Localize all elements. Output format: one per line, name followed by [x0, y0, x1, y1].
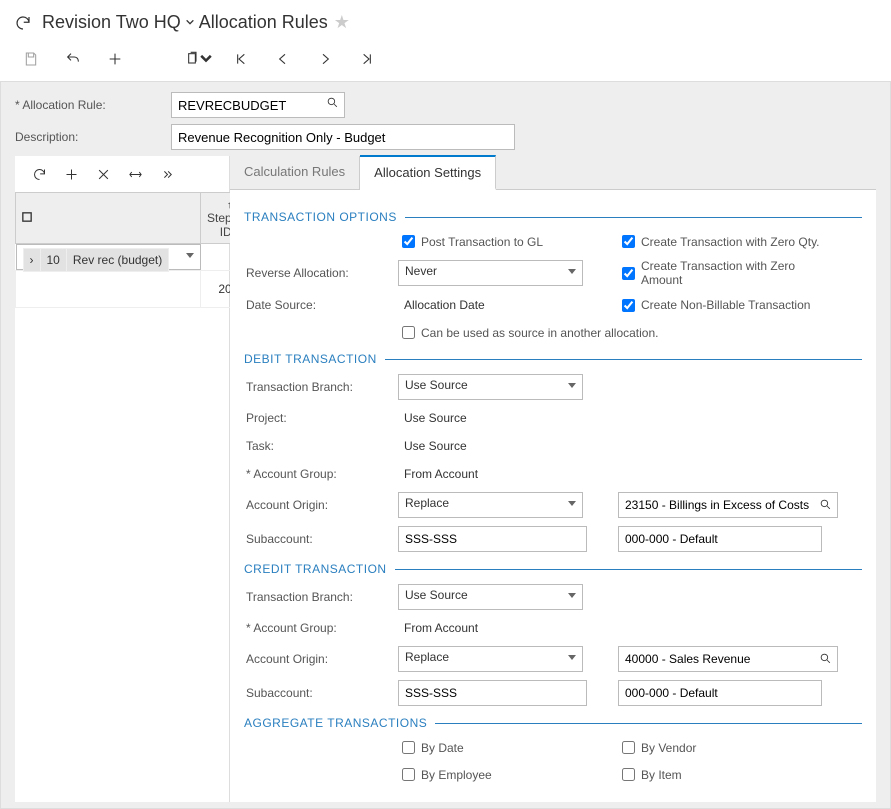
debit-sub-input[interactable]	[398, 526, 587, 552]
chk-by-employee: By Employee	[398, 765, 598, 784]
prev-button[interactable]	[266, 49, 300, 69]
tab-calc-rules[interactable]: Calculation Rules	[230, 156, 360, 189]
first-button[interactable]	[224, 49, 258, 69]
next-button[interactable]	[308, 49, 342, 69]
chk-by-vendor: By Vendor	[618, 738, 838, 757]
row-select-header[interactable]	[16, 193, 201, 244]
row-pointer-icon: ›	[23, 249, 40, 272]
credit-sub2-input[interactable]	[618, 680, 822, 706]
section-transaction-options: TRANSACTION OPTIONS	[244, 210, 862, 224]
tab-allocation-settings[interactable]: Allocation Settings	[360, 155, 496, 190]
col-stepid[interactable]: Step ID	[207, 211, 232, 239]
debit-origin-label: Account Origin:	[244, 498, 398, 512]
debit-origin-select[interactable]: Replace	[398, 492, 583, 518]
main-toolbar	[0, 43, 891, 81]
debit-project-label: Project:	[244, 411, 398, 425]
reverse-allocation-select[interactable]: Never	[398, 260, 583, 286]
step-id: 10	[40, 249, 66, 272]
chk-zero-qty: Create Transaction with Zero Qty.	[618, 232, 838, 251]
allocation-rule-input[interactable]	[171, 92, 345, 118]
copy-paste-button[interactable]	[182, 49, 216, 69]
delete-button[interactable]	[140, 49, 174, 69]
credit-branch-label: Transaction Branch:	[244, 590, 398, 604]
credit-sub-input[interactable]	[398, 680, 587, 706]
description-input[interactable]	[171, 124, 515, 150]
credit-acctgrp-value: From Account	[398, 618, 598, 638]
steps-panel: ↑ Step ID Description › 10 Rev rec (budg…	[15, 156, 230, 802]
chk-zero-amt: Create Transaction with Zero Amount	[618, 259, 838, 287]
page-header: Revision Two HQ Allocation Rules ★	[0, 0, 891, 43]
grid-fit-button[interactable]	[119, 162, 151, 186]
detail-panel: Calculation Rules Allocation Settings TR…	[230, 156, 876, 802]
date-source-label: Date Source:	[244, 298, 398, 312]
debit-acctgrp-label: Account Group:	[244, 467, 398, 481]
credit-origin-label: Account Origin:	[244, 652, 398, 666]
description-label: Description:	[15, 130, 171, 144]
date-source-value: Allocation Date	[398, 295, 598, 315]
debit-sub-label: Subaccount:	[244, 532, 398, 546]
debit-acctgrp-value: From Account	[398, 464, 598, 484]
debit-branch-label: Transaction Branch:	[244, 380, 398, 394]
grid-more-button[interactable]	[151, 162, 183, 186]
section-debit: DEBIT TRANSACTION	[244, 352, 862, 366]
section-aggregate: AGGREGATE TRANSACTIONS	[244, 716, 862, 730]
debit-sub2-input[interactable]	[618, 526, 822, 552]
chevron-down-icon[interactable]	[185, 15, 195, 30]
chk-by-item: By Item	[618, 765, 838, 784]
save-button[interactable]	[14, 49, 48, 69]
debit-branch-select[interactable]: Use Source	[398, 374, 583, 400]
reverse-allocation-label: Reverse Allocation:	[244, 266, 398, 280]
tabs: Calculation Rules Allocation Settings	[230, 156, 876, 190]
chk-post-gl: Post Transaction to GL	[398, 232, 598, 251]
table-row[interactable]: › 10 Rev rec (budget)	[16, 244, 201, 270]
steps-toolbar	[15, 156, 229, 192]
chk-source-alloc: Can be used as source in another allocat…	[398, 323, 659, 342]
credit-branch-select[interactable]: Use Source	[398, 584, 583, 610]
section-credit: CREDIT TRANSACTION	[244, 562, 862, 576]
credit-acctgrp-label: Account Group:	[244, 621, 398, 635]
debit-task-label: Task:	[244, 439, 398, 453]
credit-origin-select[interactable]: Replace	[398, 646, 583, 672]
star-icon[interactable]: ★	[334, 12, 350, 33]
credit-sub-label: Subaccount:	[244, 686, 398, 700]
debit-task-value: Use Source	[398, 436, 598, 456]
grid-delete-button[interactable]	[87, 162, 119, 186]
last-button[interactable]	[350, 49, 384, 69]
refresh-icon[interactable]	[14, 14, 32, 32]
form-header: Allocation Rule: Description: ↑ Step	[0, 81, 891, 809]
allocation-rule-label: Allocation Rule:	[15, 98, 171, 112]
grid-refresh-button[interactable]	[23, 162, 55, 186]
credit-account-input[interactable]	[618, 646, 838, 672]
grid-add-button[interactable]	[55, 162, 87, 186]
chk-by-date: By Date	[398, 738, 598, 757]
undo-button[interactable]	[56, 49, 90, 69]
breadcrumb-root[interactable]: Revision Two HQ	[42, 12, 181, 33]
chk-non-billable: Create Non-Billable Transaction	[618, 296, 838, 315]
debit-account-input[interactable]	[618, 492, 838, 518]
breadcrumb-page: Allocation Rules	[199, 12, 328, 33]
debit-project-value: Use Source	[398, 408, 598, 428]
step-desc: Rev rec (budget)	[66, 249, 168, 272]
add-button[interactable]	[98, 49, 132, 69]
